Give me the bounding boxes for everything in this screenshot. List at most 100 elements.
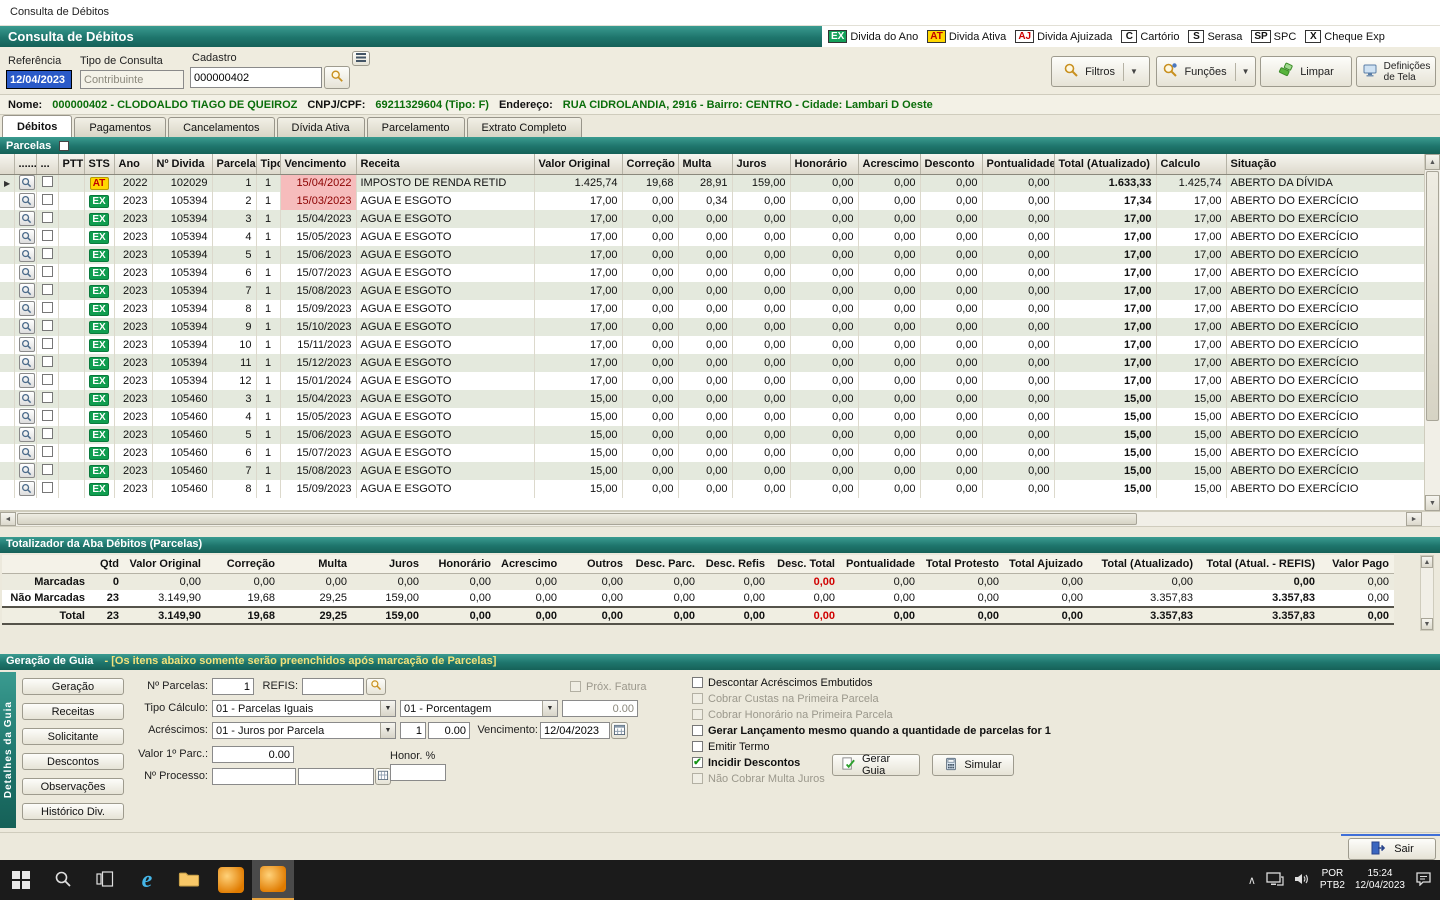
tab[interactable]: Pagamentos: [74, 117, 167, 137]
table-row[interactable]: ▶ EX 2023 105460 8 1 15/09/2023 AGUA E E…: [0, 480, 1424, 498]
row-checkbox[interactable]: [41, 356, 53, 367]
magnifier-icon[interactable]: [18, 247, 35, 262]
row-checkbox[interactable]: [41, 392, 53, 403]
calendar-button[interactable]: [611, 722, 628, 739]
tab[interactable]: Dívida Ativa: [276, 117, 365, 137]
acrescimos-select[interactable]: 01 - Juros por Parcela ▼: [212, 722, 396, 739]
row-checkbox[interactable]: [41, 194, 53, 205]
honorario-pct-input[interactable]: [390, 764, 446, 781]
row-checkbox[interactable]: [41, 338, 53, 349]
guia-side-button[interactable]: Solicitante: [22, 728, 124, 745]
guia-side-button[interactable]: Observações: [22, 778, 124, 795]
table-row[interactable]: ▶ EX 2023 105394 11 1 15/12/2023 AGUA E …: [0, 354, 1424, 372]
processo-input[interactable]: [212, 768, 296, 785]
tipo-consulta-input[interactable]: [80, 70, 184, 89]
row-checkbox[interactable]: [41, 230, 53, 241]
row-checkbox[interactable]: [41, 320, 53, 331]
magnifier-icon[interactable]: [18, 355, 35, 370]
grid-options-button[interactable]: [352, 51, 370, 66]
acrescimos-valor-input[interactable]: [428, 722, 470, 739]
totals-scrollbar[interactable]: ▲ ▼: [1420, 555, 1434, 631]
horizontal-scrollbar[interactable]: ◄ ►: [0, 511, 1440, 527]
magnifier-icon[interactable]: [18, 193, 35, 208]
magnifier-icon[interactable]: [18, 409, 35, 424]
row-checkbox[interactable]: [41, 482, 53, 493]
clock[interactable]: 15:24 12/04/2023: [1355, 868, 1405, 892]
row-checkbox[interactable]: [41, 410, 53, 421]
magnifier-icon[interactable]: [18, 445, 35, 460]
scroll-up-icon[interactable]: ▲: [1425, 154, 1440, 170]
language-indicator[interactable]: POR PTB2: [1320, 868, 1345, 892]
filtros-button[interactable]: Filtros ▼: [1051, 56, 1150, 87]
start-button[interactable]: [0, 860, 42, 900]
table-row[interactable]: ▶ EX 2023 105394 3 1 15/04/2023 AGUA E E…: [0, 210, 1424, 228]
table-row[interactable]: ▶ EX 2023 105460 3 1 15/04/2023 AGUA E E…: [0, 390, 1424, 408]
guia-side-button[interactable]: Receitas: [22, 703, 124, 720]
row-checkbox[interactable]: [41, 374, 53, 385]
table-row[interactable]: ▶ AT 2022 102029 1 1 15/04/2022 IMPOSTO …: [0, 174, 1424, 192]
guia-side-button[interactable]: Descontos: [22, 753, 124, 770]
cadastro-search-button[interactable]: [324, 66, 350, 89]
scroll-down-icon[interactable]: ▼: [1425, 495, 1440, 511]
acrescimos-n-input[interactable]: [400, 722, 426, 739]
parcelas-checkbox[interactable]: [59, 140, 70, 151]
table-row[interactable]: ▶ EX 2023 105394 2 1 15/03/2023 AGUA E E…: [0, 192, 1424, 210]
table-row[interactable]: ▶ EX 2023 105460 7 1 15/08/2023 AGUA E E…: [0, 462, 1424, 480]
magnifier-icon[interactable]: [18, 427, 35, 442]
vencimento-input[interactable]: [540, 722, 610, 739]
simular-button[interactable]: Simular: [932, 754, 1014, 776]
sair-button[interactable]: Sair: [1348, 838, 1436, 860]
taskbar-search-button[interactable]: [42, 860, 84, 900]
network-icon[interactable]: [1266, 871, 1284, 889]
tab[interactable]: Parcelamento: [366, 117, 465, 137]
guia-checkbox[interactable]: ✔ Cobrar Custas na Primeira Parcela: [692, 692, 1051, 705]
tipo-calculo2-select[interactable]: 01 - Porcentagem ▼: [400, 700, 558, 717]
magnifier-icon[interactable]: [18, 301, 35, 316]
percentual-input[interactable]: [562, 700, 638, 717]
referencia-input[interactable]: [6, 70, 72, 89]
row-checkbox[interactable]: [41, 284, 53, 295]
table-row[interactable]: ▶ EX 2023 105394 10 1 15/11/2023 AGUA E …: [0, 336, 1424, 354]
magnifier-icon[interactable]: [18, 175, 35, 191]
magnifier-icon[interactable]: [18, 265, 35, 280]
notification-icon[interactable]: [1415, 871, 1432, 889]
prox-fatura-checkbox[interactable]: Próx. Fatura: [570, 680, 647, 693]
cadastro-input[interactable]: [190, 67, 322, 88]
vertical-scroll-thumb[interactable]: [1426, 171, 1439, 421]
task-view-button[interactable]: [84, 860, 126, 900]
browser-button[interactable]: e: [126, 860, 168, 900]
table-row[interactable]: ▶ EX 2023 105394 4 1 15/05/2023 AGUA E E…: [0, 228, 1424, 246]
row-checkbox[interactable]: [41, 464, 53, 475]
guia-side-button[interactable]: Geração: [22, 678, 124, 695]
vertical-scrollbar[interactable]: ▲ ▼: [1424, 154, 1440, 511]
row-checkbox[interactable]: [41, 428, 53, 439]
magnifier-icon[interactable]: [18, 463, 35, 478]
tab[interactable]: Débitos: [2, 115, 73, 137]
chevron-down-icon[interactable]: ▼: [1123, 62, 1138, 81]
magnifier-icon[interactable]: [18, 337, 35, 352]
definicoes-tela-button[interactable]: Definições de Tela: [1356, 56, 1436, 87]
guia-side-button[interactable]: Histórico Div.: [22, 803, 124, 820]
row-checkbox[interactable]: [41, 248, 53, 259]
table-row[interactable]: ▶ EX 2023 105394 12 1 15/01/2024 AGUA E …: [0, 372, 1424, 390]
valor-parcela-input[interactable]: [212, 746, 294, 763]
tipo-calculo-select[interactable]: 01 - Parcelas Iguais ▼: [212, 700, 396, 717]
magnifier-icon[interactable]: [18, 229, 35, 244]
horizontal-scroll-thumb[interactable]: [17, 513, 1137, 525]
row-checkbox[interactable]: [41, 446, 53, 457]
tab[interactable]: Extrato Completo: [466, 117, 582, 137]
magnifier-icon[interactable]: [18, 373, 35, 388]
file-explorer-button[interactable]: [168, 860, 210, 900]
row-checkbox[interactable]: [41, 212, 53, 223]
table-row[interactable]: ▶ EX 2023 105394 8 1 15/09/2023 AGUA E E…: [0, 300, 1424, 318]
app-button[interactable]: [210, 860, 252, 900]
table-row[interactable]: ▶ EX 2023 105394 7 1 15/08/2023 AGUA E E…: [0, 282, 1424, 300]
row-checkbox[interactable]: [41, 302, 53, 313]
refis-input[interactable]: [302, 678, 364, 695]
num-parcelas-input[interactable]: [212, 678, 254, 695]
scroll-down-icon[interactable]: ▼: [1421, 618, 1433, 630]
table-row[interactable]: ▶ EX 2023 105394 9 1 15/10/2023 AGUA E E…: [0, 318, 1424, 336]
table-row[interactable]: ▶ EX 2023 105394 6 1 15/07/2023 AGUA E E…: [0, 264, 1424, 282]
table-row[interactable]: ▶ EX 2023 105460 4 1 15/05/2023 AGUA E E…: [0, 408, 1424, 426]
tab[interactable]: Cancelamentos: [168, 117, 275, 137]
